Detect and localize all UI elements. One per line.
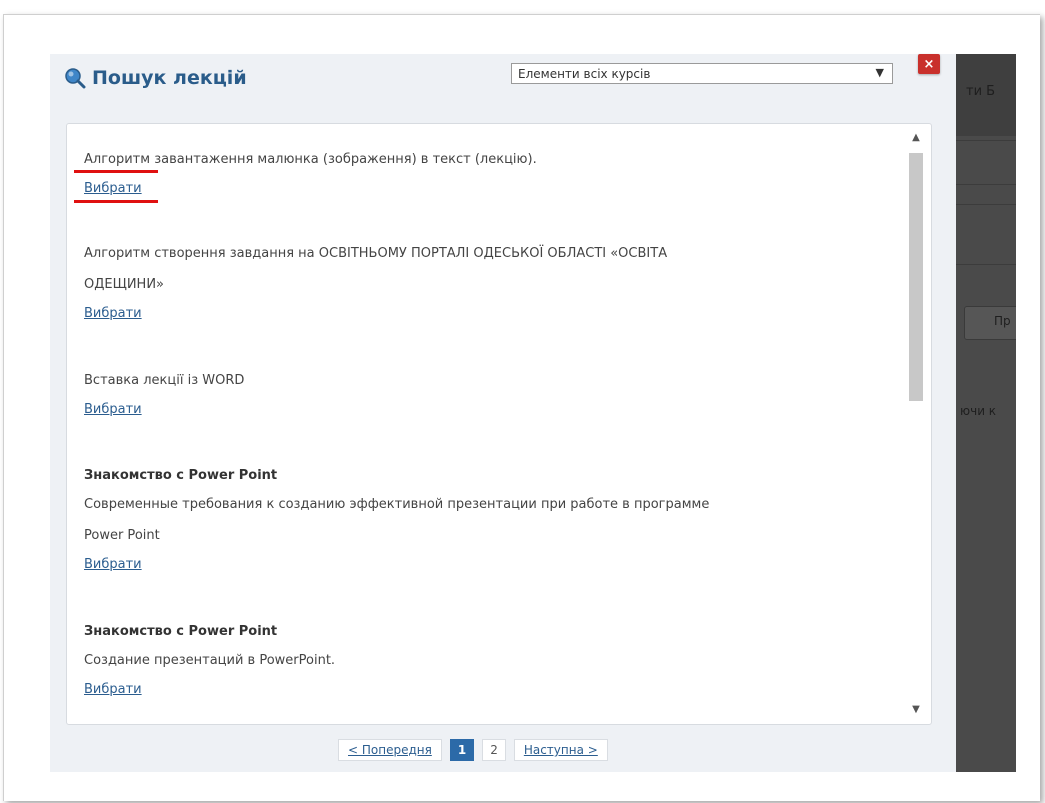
- item-title: Знакомство с Power Point: [84, 624, 278, 639]
- results-panel: Алгоритм завантаження малюнка (зображенн…: [66, 123, 932, 725]
- course-filter-value: Елементи всіх курсів: [518, 66, 651, 81]
- item-text: Алгоритм створення завдання на ОСВІТНЬОМ…: [84, 246, 668, 261]
- select-link[interactable]: Вибрати: [84, 396, 142, 424]
- page-2-button[interactable]: 2: [482, 739, 506, 761]
- item-text: Создание презентаций в PowerPoint.: [84, 653, 336, 668]
- page-1-button[interactable]: 1: [449, 739, 475, 761]
- list-item: Знакомство с Power Point Современные тре…: [84, 463, 894, 579]
- background-header-text: ти Б: [966, 84, 996, 99]
- item-text: Power Point: [84, 528, 160, 543]
- dialog-title: Пошук лекцій: [64, 64, 247, 92]
- item-text: Алгоритм завантаження малюнка (зображенн…: [84, 152, 537, 167]
- background-divider: [956, 140, 1016, 141]
- scroll-thumb[interactable]: [909, 153, 923, 401]
- item-text: Вставка лекції із WORD: [84, 373, 245, 388]
- background-body-text: ючи к: [960, 404, 997, 418]
- scroll-up-arrow-icon[interactable]: ▲: [905, 130, 927, 146]
- lecture-search-dialog: Пошук лекцій Елементи всіх курсів ▼ × Ал…: [50, 54, 956, 772]
- close-icon: ×: [923, 56, 935, 72]
- background-divider: [956, 204, 1016, 205]
- background-divider: [956, 184, 1016, 185]
- list-item: Алгоритм створення завдання на ОСВІТНЬОМ…: [84, 238, 894, 328]
- dropdown-arrow-icon: ▼: [875, 66, 884, 79]
- pagination: < Попередня 1 2 Наступна >: [338, 739, 608, 761]
- select-link[interactable]: Вибрати: [84, 175, 142, 203]
- results-scrollbar[interactable]: ▲ ▼: [905, 130, 927, 720]
- background-tab-text: Пр: [994, 314, 1011, 328]
- course-filter-select[interactable]: Елементи всіх курсів ▼: [511, 63, 893, 84]
- list-item: Алгоритм завантаження малюнка (зображенн…: [84, 144, 894, 203]
- annotation-underline: [74, 200, 158, 203]
- next-page-button[interactable]: Наступна >: [513, 739, 608, 761]
- scroll-down-arrow-icon[interactable]: ▼: [905, 702, 927, 718]
- dialog-title-text: Пошук лекцій: [92, 67, 247, 89]
- list-item: Вставка лекції із WORD Вибрати: [84, 365, 894, 424]
- item-title: Знакомство с Power Point: [84, 468, 278, 483]
- background-page: ти Б Пр ючи к: [956, 54, 1016, 772]
- search-icon: [65, 68, 86, 89]
- select-link[interactable]: Вибрати: [84, 551, 142, 579]
- select-link[interactable]: Вибрати: [84, 300, 142, 328]
- prev-page-button[interactable]: < Попередня: [338, 739, 442, 761]
- list-item: Знакомство с Power Point Создание презен…: [84, 619, 894, 704]
- background-divider: [956, 264, 1016, 265]
- item-text: ОДЕЩИНИ»: [84, 277, 164, 292]
- item-text: Современные требования к созданию эффект…: [84, 497, 710, 512]
- annotation-underline: [74, 170, 158, 173]
- close-button[interactable]: ×: [918, 54, 940, 74]
- select-link[interactable]: Вибрати: [84, 676, 142, 704]
